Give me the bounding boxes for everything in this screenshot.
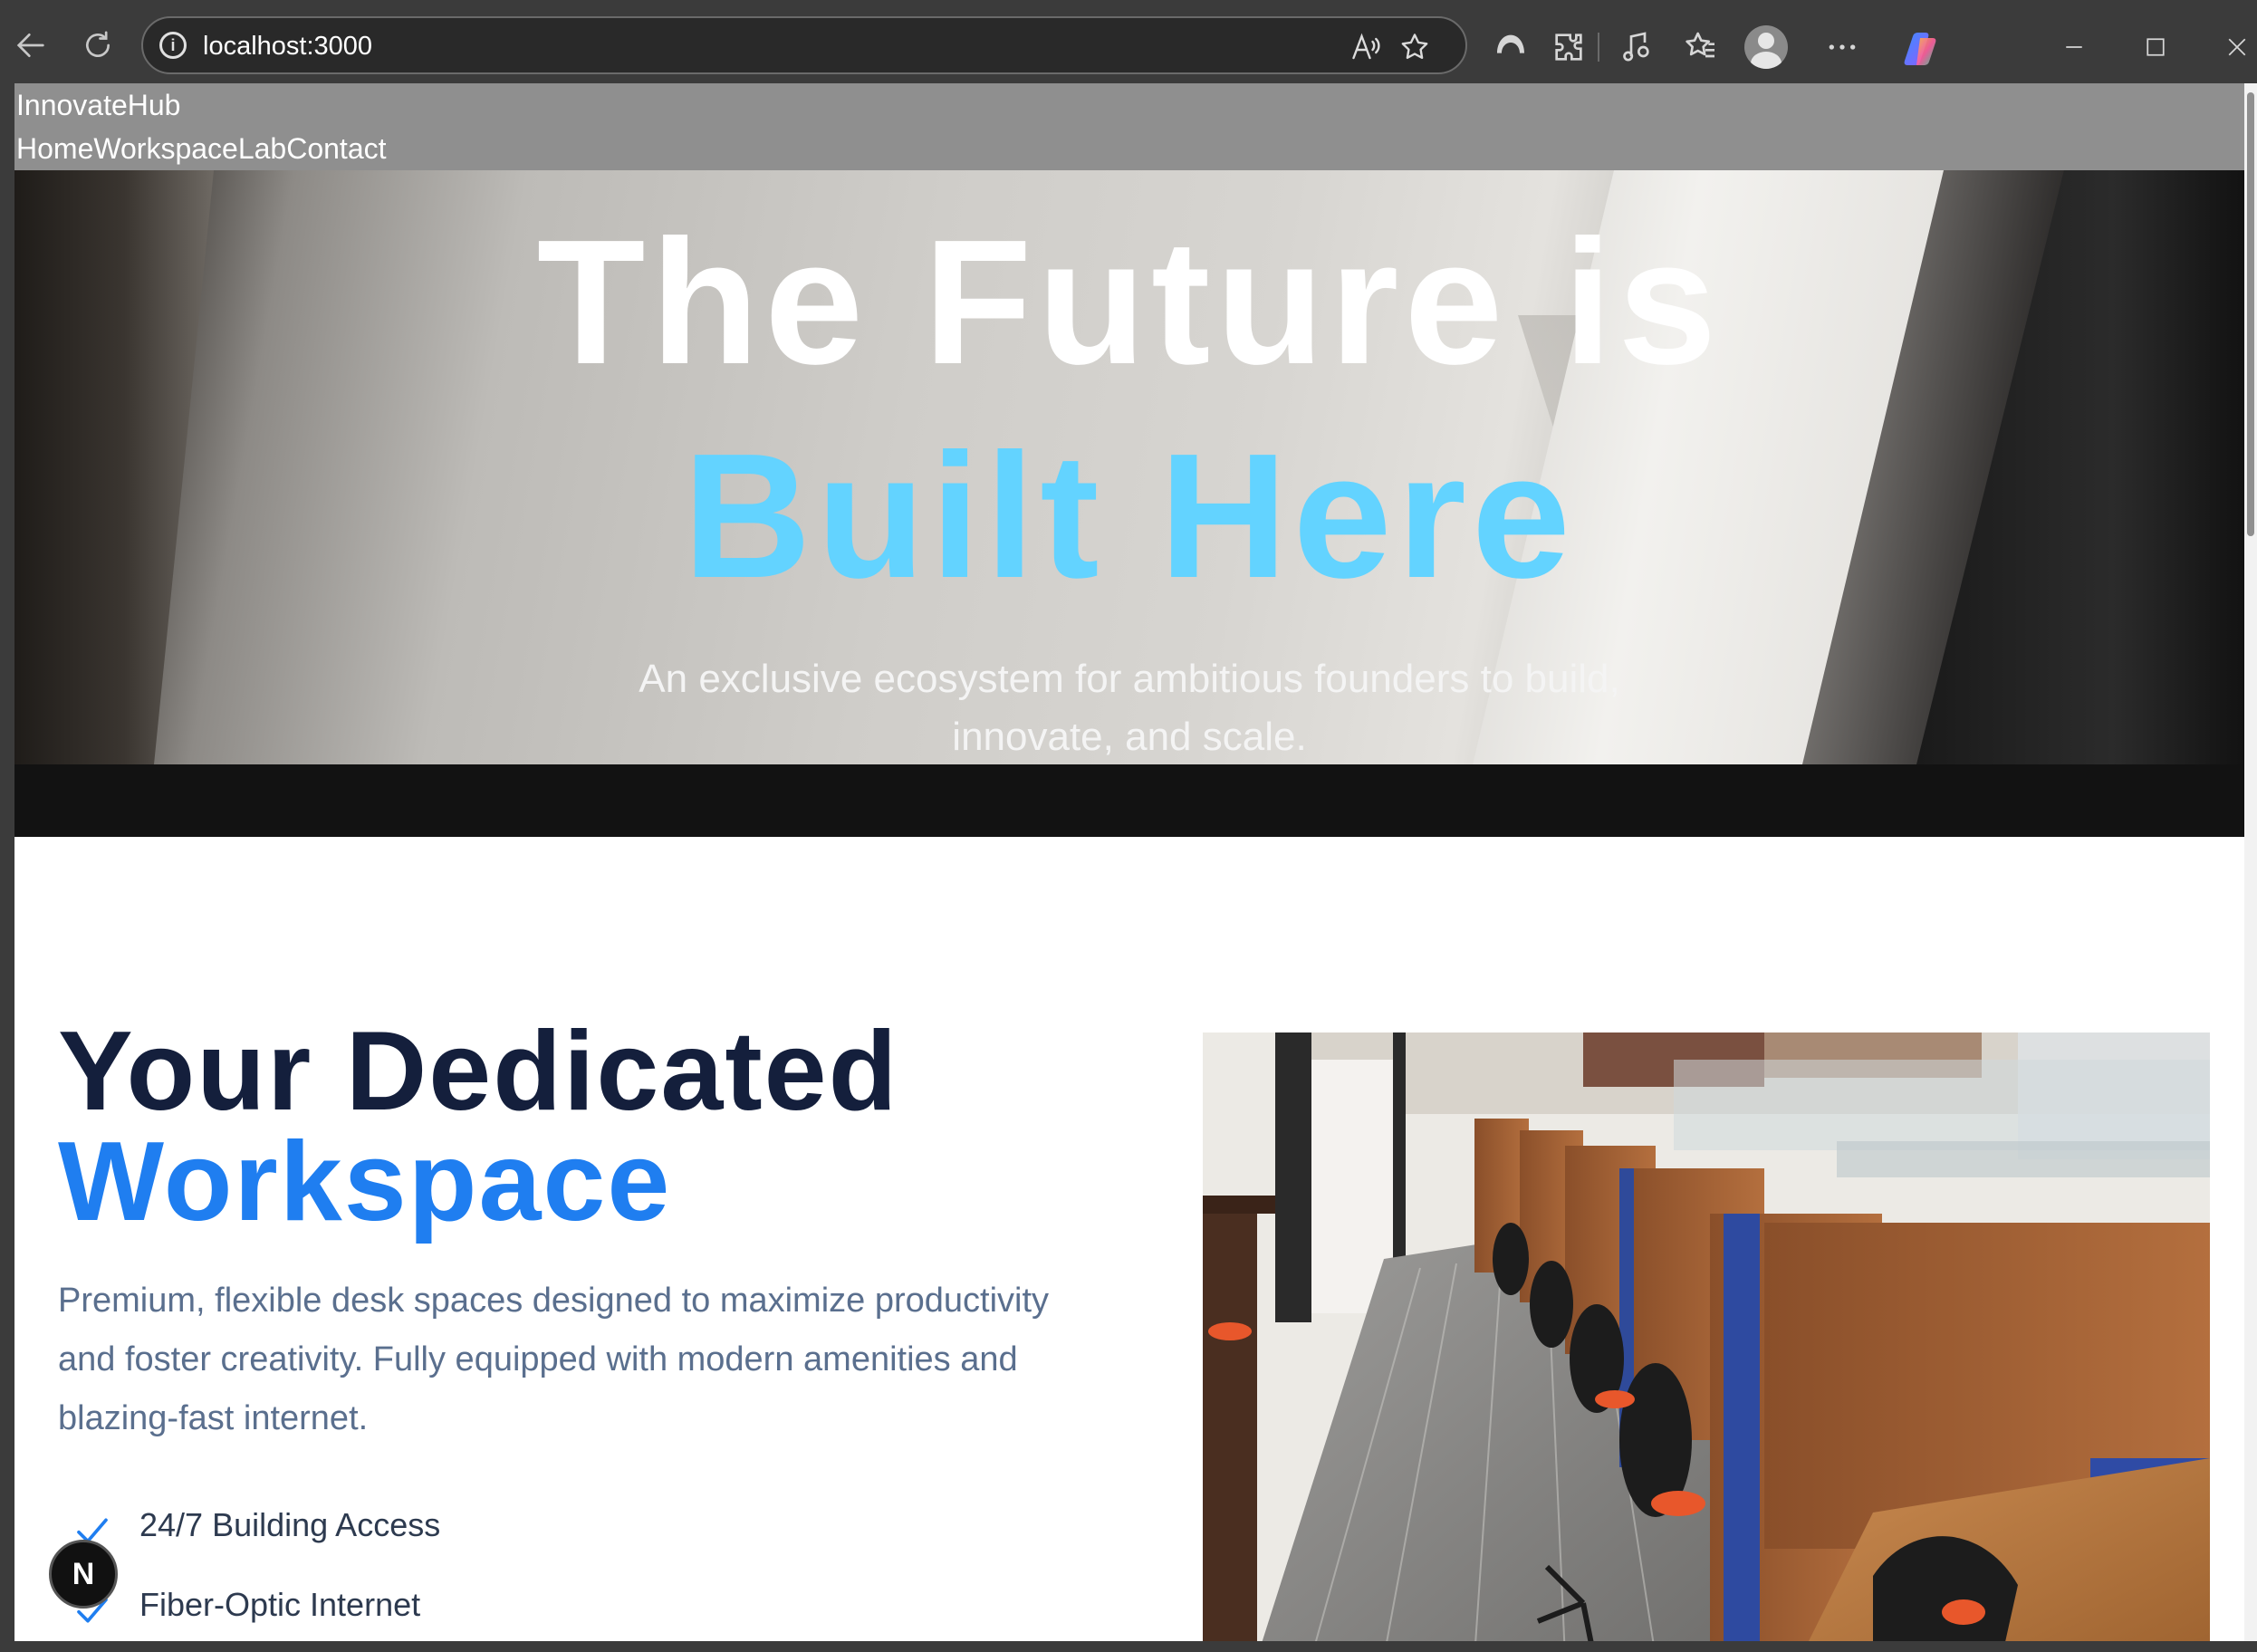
hero-subtitle: An exclusive ecosystem for ambitious fou… xyxy=(639,657,1620,759)
favorite-star-icon[interactable] xyxy=(1397,29,1433,65)
hero-title-line2: Built Here xyxy=(683,417,1576,615)
main-nav: Home Workspace Lab Contact xyxy=(16,132,387,166)
brand-logo-text[interactable]: InnovateHub xyxy=(16,89,180,122)
workspace-title: Your Dedicated Workspace xyxy=(58,1015,898,1244)
workspace-title-line2: Workspace xyxy=(58,1119,672,1244)
read-aloud-icon[interactable] xyxy=(1348,29,1384,65)
more-options-icon[interactable] xyxy=(1820,25,1864,69)
workspace-photo-illustration xyxy=(1203,1032,2210,1641)
nav-workspace-link[interactable]: Workspace xyxy=(93,132,237,166)
hero-bottom-band xyxy=(14,764,2244,837)
nav-contact-link[interactable]: Contact xyxy=(286,132,386,166)
browser-toolbar: i localhost:3000 xyxy=(0,0,2257,83)
minimize-icon[interactable] xyxy=(2051,25,2098,69)
hero-title-line1: The Future is xyxy=(536,203,1723,401)
workspace-title-line1: Your Dedicated xyxy=(58,1009,899,1134)
nav-lab-link[interactable]: Lab xyxy=(238,132,286,166)
media-control-icon[interactable] xyxy=(1614,25,1657,69)
copilot-icon[interactable] xyxy=(1900,27,1942,69)
nav-home-link[interactable]: Home xyxy=(16,132,93,166)
close-window-icon[interactable] xyxy=(2214,25,2257,69)
feature-label: Fiber-Optic Internet xyxy=(139,1586,421,1623)
address-bar[interactable]: i localhost:3000 xyxy=(141,16,1467,74)
back-arrow-icon[interactable] xyxy=(5,20,56,71)
nextjs-dev-indicator[interactable]: N xyxy=(49,1540,118,1609)
favorites-icon[interactable] xyxy=(1679,25,1723,69)
hero-title: The Future is Built Here xyxy=(14,196,2244,623)
window-bottom-edge xyxy=(0,1641,2257,1652)
maximize-icon[interactable] xyxy=(2132,25,2179,69)
refresh-icon[interactable] xyxy=(72,20,123,71)
feature-label: 24/7 Building Access xyxy=(139,1506,441,1543)
workspace-photo xyxy=(1203,1032,2210,1641)
site-header: InnovateHub Home Workspace Lab Contact xyxy=(14,83,2244,170)
hero-section: The Future is Built Here An exclusive ec… xyxy=(14,170,2244,764)
toolbar-divider xyxy=(1598,33,1599,62)
page-scrollbar[interactable] xyxy=(2244,83,2257,1641)
extensions-icon[interactable] xyxy=(1547,25,1590,69)
scrollbar-thumb[interactable] xyxy=(2247,92,2254,536)
url-text[interactable]: localhost:3000 xyxy=(203,32,372,61)
page-viewport: InnovateHub Home Workspace Lab Contact T… xyxy=(14,83,2244,1641)
browser-essentials-icon[interactable] xyxy=(1489,25,1532,69)
profile-avatar[interactable] xyxy=(1744,25,1788,69)
site-info-icon[interactable]: i xyxy=(159,32,187,59)
workspace-description: Premium, flexible desk spaces designed t… xyxy=(58,1282,1050,1437)
